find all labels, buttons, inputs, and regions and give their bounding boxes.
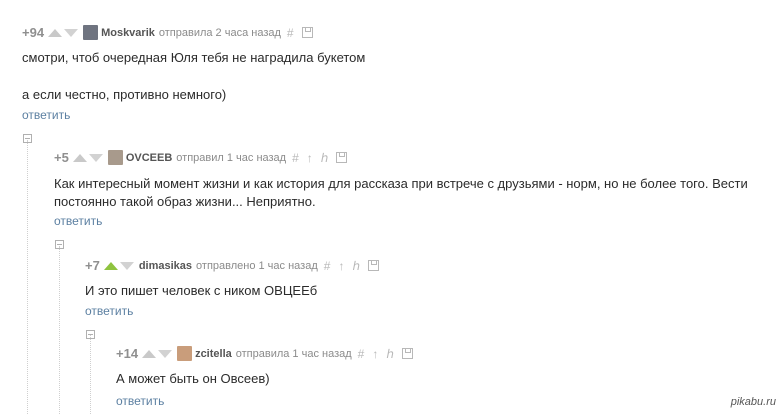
username[interactable]: OVCEEB [126,152,172,164]
downvote-icon[interactable] [119,261,134,270]
username[interactable]: Moskvarik [101,27,155,39]
upvote-icon[interactable] [72,153,87,162]
link-icon[interactable]: # [287,26,294,40]
save-icon[interactable] [368,260,380,271]
comment-header: +94 Moskvarik отправила 2 часа назад # [22,25,313,40]
thread-line [59,246,60,414]
link-icon[interactable]: # [292,151,299,165]
username[interactable]: dimasikas [139,260,192,272]
rating: +7 [85,258,100,273]
branch-icon[interactable]: ℎ [386,347,394,361]
upvote-icon[interactable] [103,261,118,270]
avatar[interactable] [83,25,99,40]
branch-icon[interactable]: ℎ [321,151,329,165]
reply-link[interactable]: ответить [54,214,102,228]
downvote-icon[interactable] [88,153,103,162]
branch-icon[interactable]: ℎ [352,259,360,273]
avatar[interactable] [107,150,123,165]
rating: +94 [22,25,45,40]
upvote-icon[interactable] [142,349,157,358]
upvote-icon[interactable] [48,28,63,37]
reply-link[interactable]: ответить [22,108,70,122]
timestamp[interactable]: отправлено 1 час назад [196,260,318,272]
watermark: pikabu.ru [730,396,776,408]
save-icon[interactable] [336,152,348,163]
rating: +14 [116,346,139,361]
comment-header: +5 OVCEEB отправил 1 час назад # ↑ ℎ [54,150,348,165]
collapse-icon[interactable] [86,330,95,339]
link-icon[interactable]: # [324,259,331,273]
username[interactable]: zcitella [195,348,232,360]
rating: +5 [54,150,69,165]
comment-header: +7 dimasikas отправлено 1 час назад # ↑ … [85,258,380,273]
reply-link[interactable]: ответить [116,394,164,408]
comment-text: а если честно, противно немного) [22,87,227,102]
parent-arrow-icon[interactable]: ↑ [372,347,378,361]
timestamp[interactable]: отправила 1 час назад [236,348,352,360]
thread-line [27,140,28,414]
thread-line [90,334,91,414]
comment-text: А может быть он Овсеев) [116,371,270,386]
comment-text: И это пишет человек с ником ОВЦЕЕб [85,283,318,298]
reply-link[interactable]: ответить [85,304,133,318]
comment-text: смотри, чтоб очередная Юля тебя не награ… [22,50,366,65]
downvote-icon[interactable] [64,28,79,37]
timestamp[interactable]: отправил 1 час назад [176,152,286,164]
parent-arrow-icon[interactable]: ↑ [338,259,344,273]
comment-header: +14 zcitella отправила 1 час назад # ↑ ℎ [116,346,413,361]
avatar[interactable] [177,346,193,361]
collapse-icon[interactable] [55,240,64,249]
parent-arrow-icon[interactable]: ↑ [307,151,313,165]
comment-text: Как интересный момент жизни и как истори… [54,176,748,191]
timestamp[interactable]: отправила 2 часа назад [159,27,281,39]
link-icon[interactable]: # [358,347,365,361]
save-icon[interactable] [301,27,313,38]
save-icon[interactable] [401,348,413,359]
collapse-icon[interactable] [23,134,32,143]
comment-text: постоянно такой образ жизни... Неприятно… [54,194,316,209]
downvote-icon[interactable] [158,349,173,358]
